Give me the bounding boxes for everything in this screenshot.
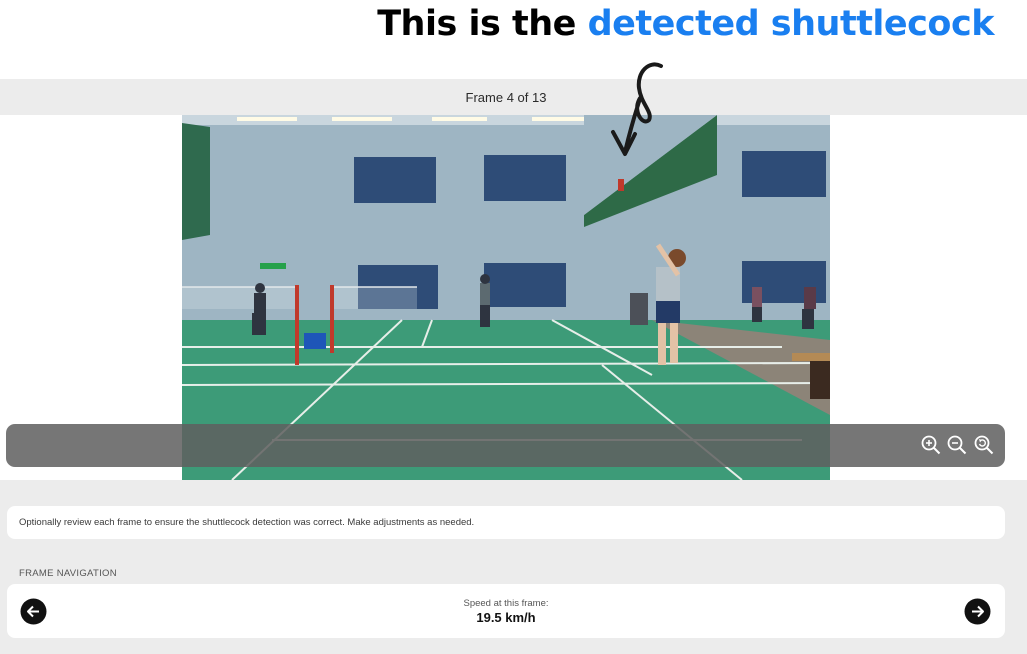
arrow-left-circle-icon[interactable]: [20, 598, 47, 625]
zoom-toolbar: [6, 424, 1005, 467]
annotation-prefix: This is the: [377, 4, 588, 44]
hand-drawn-curly-arrow-icon: [611, 62, 663, 156]
instructions-text: Optionally review each frame to ensure t…: [19, 517, 475, 528]
zoom-reset-icon[interactable]: [973, 434, 995, 456]
arrow-right-circle-icon[interactable]: [964, 598, 991, 625]
speed-caption: Speed at this frame:: [463, 598, 549, 609]
zoom-in-icon[interactable]: [920, 434, 942, 456]
annotation-headline: This is the detected shuttlecock: [377, 4, 994, 46]
speed-value: 19.5 km/h: [476, 610, 536, 625]
zoom-out-icon[interactable]: [946, 434, 968, 456]
annotation-highlight: detected shuttlecock: [587, 4, 995, 44]
frame-navigation-title: FRAME NAVIGATION: [19, 568, 117, 579]
instructions-card: Optionally review each frame to ensure t…: [7, 506, 1005, 539]
frame-counter: Frame 4 of 13: [465, 89, 547, 105]
